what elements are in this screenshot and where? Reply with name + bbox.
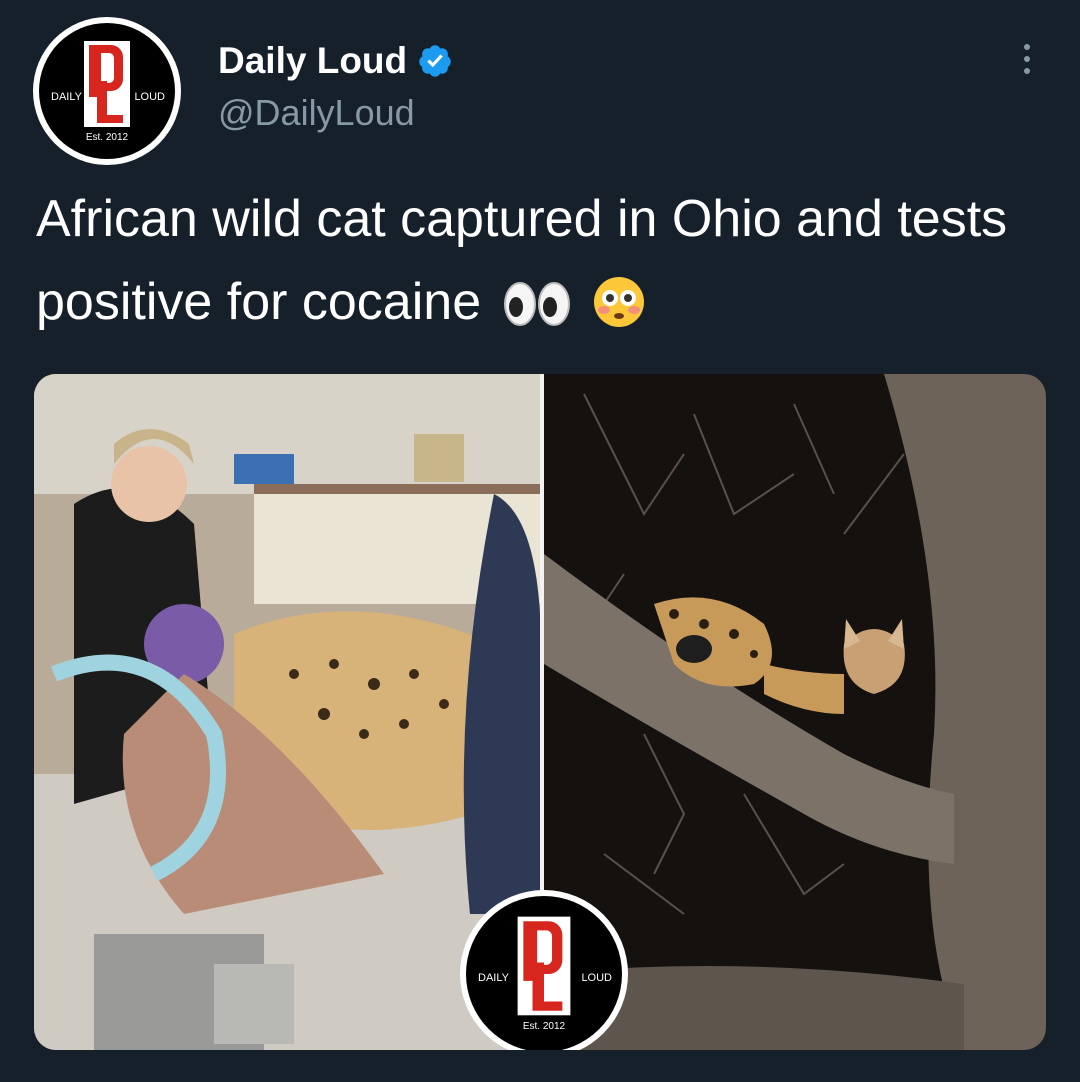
daily-loud-logo: DAILY LOUD Est. 2012 [39,23,175,159]
verified-badge-icon [419,45,451,77]
logo-established: Est. 2012 [85,132,129,143]
more-options-icon[interactable] [1022,44,1032,74]
author-name[interactable]: Daily Loud [218,40,453,82]
tweet-text: African wild cat captured in Ohio and te… [36,178,1046,344]
author-handle[interactable]: @DailyLoud [218,92,415,134]
author-avatar[interactable]: DAILY LOUD Est. 2012 [33,17,181,165]
tweet-media[interactable]: DAILY LOUD Est. 2012 [34,374,1046,1050]
logo-left-word: DAILY [51,91,82,103]
watermark-left-word: DAILY [478,972,509,984]
flushed-face-emoji [594,277,645,328]
logo-right-word: LOUD [134,91,165,103]
eyes-emoji [503,282,570,327]
watermark-right-word: LOUD [581,972,612,984]
watermark-established: Est. 2012 [522,1021,566,1032]
author-name-text: Daily Loud [218,40,408,81]
media-watermark-logo: DAILY LOUD Est. 2012 [460,890,628,1050]
